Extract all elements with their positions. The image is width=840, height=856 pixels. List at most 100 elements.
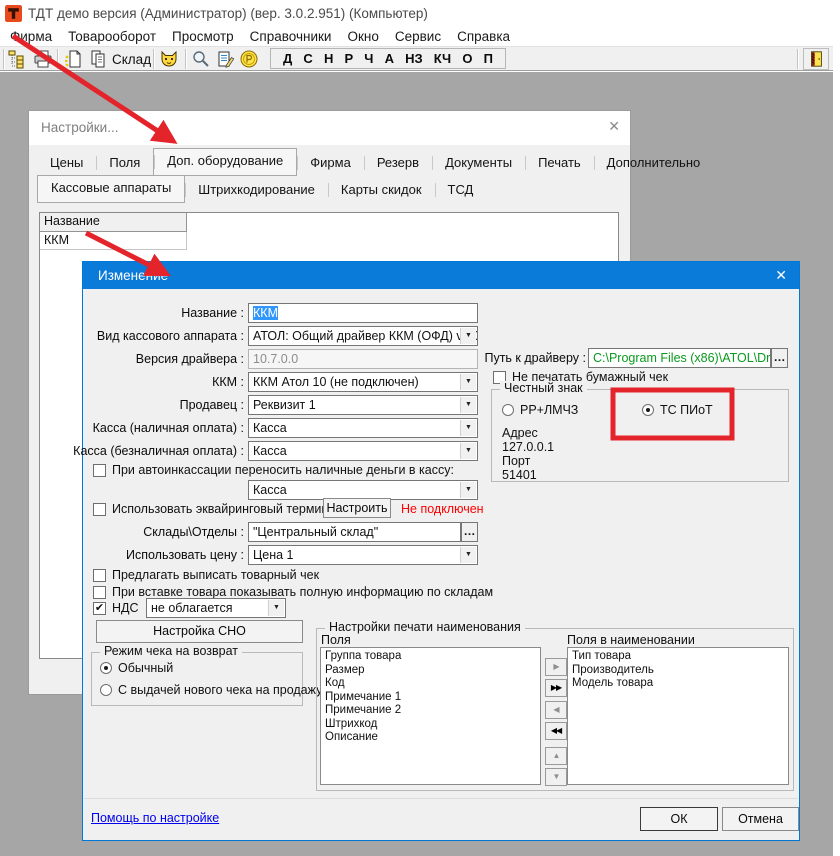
fields-list[interactable]: Группа товараРазмерКодПримечание 1Примеч… (320, 647, 541, 785)
letter-button[interactable]: П (484, 51, 493, 66)
tab[interactable]: Доп. оборудование (153, 148, 297, 176)
tab[interactable]: Кассовые аппараты (37, 175, 185, 203)
configure-button[interactable]: Настроить (323, 498, 391, 518)
checkbox[interactable] (93, 464, 106, 477)
close-icon[interactable]: ✕ (775, 267, 787, 284)
list-item[interactable]: Группа товара (321, 650, 540, 664)
letter-button[interactable]: НЗ (405, 51, 423, 66)
cashless-combo[interactable]: Касса▼ (248, 441, 478, 461)
chevron-down-icon[interactable]: ▼ (268, 600, 284, 616)
radio-selected[interactable] (100, 662, 112, 674)
letter-button[interactable]: КЧ (434, 51, 451, 66)
cash-label: Касса (наличная оплата) : (44, 421, 244, 435)
transfer-arrow-button[interactable]: ◀◀ (545, 722, 567, 740)
checkbox[interactable] (93, 569, 106, 582)
seller-combo[interactable]: Реквизит 1▼ (248, 395, 478, 415)
cancel-button[interactable]: Отмена (722, 807, 799, 831)
list-item[interactable]: Код (321, 677, 540, 691)
list-item[interactable]: Примечание 2 (321, 704, 540, 718)
ok-button[interactable]: ОК (640, 807, 718, 831)
tab[interactable]: Печать (525, 150, 594, 176)
menu-item[interactable]: Окно (339, 29, 386, 44)
kkm-combo[interactable]: ККМ Атол 10 (не подключен)▼ (248, 372, 478, 392)
letter-button[interactable]: Д (283, 51, 292, 66)
tab[interactable]: Карты скидок (328, 177, 435, 203)
list-item[interactable]: Размер (321, 664, 540, 678)
list-item[interactable]: Модель товара (568, 677, 788, 691)
chevron-down-icon[interactable]: ▼ (460, 482, 476, 498)
grid-column-header[interactable]: Название (40, 213, 187, 232)
menu-item[interactable]: Фирма (2, 29, 60, 44)
chevron-down-icon[interactable]: ▼ (460, 420, 476, 436)
cat-icon[interactable] (159, 49, 180, 69)
transfer-arrow-button[interactable]: ▶ (545, 658, 567, 676)
list-item[interactable]: Тип товара (568, 650, 788, 664)
tab[interactable]: Дополнительно (594, 150, 714, 176)
menu-item[interactable]: Справочники (242, 29, 340, 44)
menu-item[interactable]: Сервис (387, 29, 449, 44)
tab[interactable]: Резерв (364, 150, 432, 176)
chevron-down-icon[interactable]: ▼ (460, 443, 476, 459)
letter-button[interactable]: А (385, 51, 394, 66)
tree-icon[interactable] (8, 49, 29, 69)
autoincass-combo[interactable]: Касса▼ (248, 480, 478, 500)
app-icon (5, 5, 22, 22)
list-item[interactable]: Описание (321, 731, 540, 745)
transfer-arrow-button[interactable]: ▼ (545, 768, 567, 786)
vat-combo[interactable]: не облагается▼ (146, 598, 286, 618)
transfer-arrow-button[interactable]: ▶▶ (545, 679, 567, 697)
coin-icon[interactable] (239, 49, 260, 69)
letter-button[interactable]: Р (344, 51, 353, 66)
driver-path-field[interactable]: C:\Program Files (x86)\ATOL\Drivers (588, 348, 771, 368)
close-icon[interactable]: ✕ (608, 118, 620, 135)
settings-tabs-sub: Кассовые аппаратыШтрихкодированиеКарты с… (37, 176, 486, 203)
transfer-arrow-button[interactable]: ▲ (545, 747, 567, 765)
sklad-button[interactable]: Склад (112, 52, 151, 67)
edit-title: Изменение (98, 268, 168, 283)
letter-button[interactable]: О (462, 51, 472, 66)
letter-button[interactable]: Н (324, 51, 333, 66)
tab[interactable]: Цены (37, 150, 96, 176)
exit-door-icon[interactable] (803, 48, 829, 70)
sno-button[interactable]: Настройка СНО (96, 620, 303, 643)
menu-item[interactable]: Товарооборот (60, 29, 164, 44)
chevron-down-icon[interactable]: ▼ (460, 328, 476, 344)
transfer-arrow-button[interactable]: ◀ (545, 701, 567, 719)
tab[interactable]: Штрихкодирование (185, 177, 328, 203)
print-icon[interactable] (33, 49, 54, 69)
grid-row-kkm[interactable]: ККМ (40, 232, 187, 250)
chevron-down-icon[interactable]: ▼ (460, 397, 476, 413)
radio[interactable] (100, 684, 112, 696)
edit-doc-icon[interactable] (215, 49, 236, 69)
chevron-down-icon[interactable]: ▼ (460, 547, 476, 563)
list-item[interactable]: Штрихкод (321, 718, 540, 732)
warehouses-field[interactable]: "Центральный склад" (248, 522, 461, 542)
price-combo[interactable]: Цена 1▼ (248, 545, 478, 565)
tab[interactable]: ТСД (435, 177, 487, 203)
chevron-down-icon[interactable]: ▼ (460, 374, 476, 390)
cash-combo[interactable]: Касса▼ (248, 418, 478, 438)
radio-selected[interactable] (642, 404, 654, 416)
device-type-combo[interactable]: АТОЛ: Общий драйвер ККМ (ОФД) v.10▼ (248, 326, 478, 346)
checkbox[interactable] (93, 586, 106, 599)
list-item[interactable]: Производитель (568, 664, 788, 678)
search-icon[interactable] (191, 49, 212, 69)
checkbox[interactable] (93, 503, 106, 516)
tab[interactable]: Документы (432, 150, 525, 176)
tab[interactable]: Поля (96, 150, 153, 176)
name-input[interactable]: ККМ (248, 303, 478, 323)
list-item[interactable]: Примечание 1 (321, 691, 540, 705)
letter-button[interactable]: С (303, 51, 312, 66)
tab[interactable]: Фирма (297, 150, 364, 176)
radio[interactable] (502, 404, 514, 416)
browse-button[interactable]: … (771, 348, 788, 368)
fields-in-name-list[interactable]: Тип товараПроизводительМодель товара (567, 647, 789, 785)
browse-button[interactable]: … (461, 522, 478, 542)
help-link[interactable]: Помощь по настройке (91, 811, 219, 825)
menu-item[interactable]: Просмотр (164, 29, 242, 44)
menu-item[interactable]: Справка (449, 29, 518, 44)
checkbox-checked[interactable] (93, 602, 106, 615)
copy-icon[interactable] (88, 49, 109, 69)
new-doc-icon[interactable] (63, 49, 84, 69)
letter-button[interactable]: Ч (364, 51, 373, 66)
